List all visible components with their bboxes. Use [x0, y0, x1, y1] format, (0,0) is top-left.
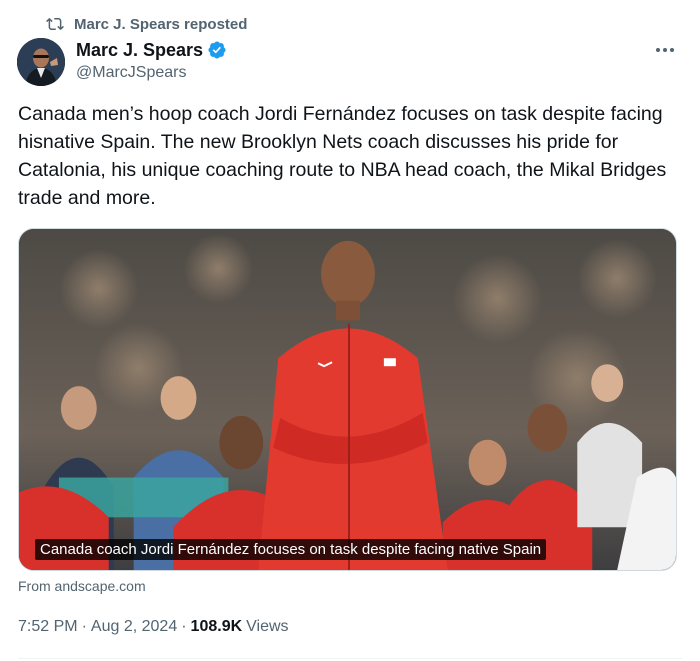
views-label: Views	[246, 618, 289, 635]
meta-separator: ·	[181, 618, 187, 635]
meta-separator: ·	[81, 618, 87, 635]
tweet-date[interactable]: Aug 2, 2024	[91, 618, 177, 636]
author-avatar[interactable]	[17, 38, 65, 86]
media-photo	[19, 229, 676, 570]
author-name[interactable]: Marc J. Spears	[76, 40, 203, 61]
media-caption: Canada coach Jordi Fernández focuses on …	[35, 539, 547, 560]
repost-icon	[46, 17, 64, 31]
repost-header[interactable]: Marc J. Spears reposted	[46, 13, 247, 35]
tweet-meta: 7:52 PM · Aug 2, 2024 · 108.9K Views	[18, 618, 289, 636]
tweet-text: Canada men’s hoop coach Jordi Fernández …	[18, 103, 674, 209]
link-source[interactable]: From andscape.com	[18, 578, 146, 594]
author-handle[interactable]: @MarcJSpears	[76, 64, 227, 82]
views-count: 108.9K	[190, 618, 243, 635]
tweet-media[interactable]: Canada coach Jordi Fernández focuses on …	[18, 228, 677, 571]
author-block: Marc J. Spears @MarcJSpears	[76, 38, 227, 82]
verified-badge-icon	[208, 41, 226, 59]
divider	[18, 658, 682, 659]
more-dots-icon[interactable]	[650, 38, 680, 62]
repost-label: Marc J. Spears reposted	[74, 15, 248, 33]
tweet-time[interactable]: 7:52 PM	[18, 618, 78, 636]
